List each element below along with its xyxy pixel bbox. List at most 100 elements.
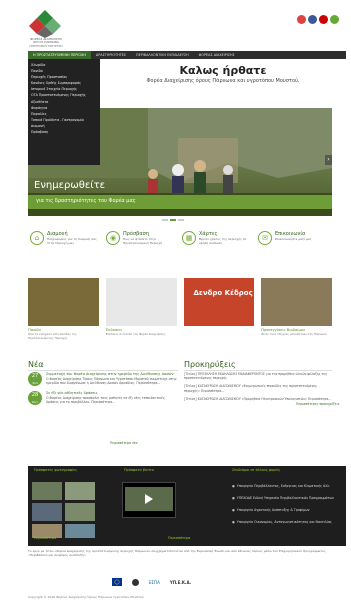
card-desc: Δείτε τους οδηγούς μονοπατιών στο Πάρνων…: [261, 332, 327, 336]
card-image[interactable]: [105, 278, 177, 326]
news-day: 27: [31, 373, 39, 379]
nav-item[interactable]: ΔΡΑΣΤΗΡΙΟΤΗΤΕΣ: [91, 51, 131, 59]
news-list: 27 Σεπ Συμμετοχή του Φορέα Διαχείρισης στη…: [28, 372, 178, 426]
footer-link[interactable]: Υπουργείο Αγροτικής Ανάπτυξης & Τροφίμων: [232, 508, 310, 512]
greek-emblem-icon: [132, 578, 139, 586]
tender-list: [Τίτλος] ΠΡΟΣΚΛΗΣΗ ΕΚΔΗΛΩΣΗΣ ΕΝΔΙΑΦΕΡΟΝΤ…: [184, 372, 332, 405]
gallery-photo[interactable]: [32, 482, 62, 500]
news-item: 28 Οκτ Σε έξι νέο αθλητικές δράσεις Ο Φορέα…: [28, 391, 178, 405]
feature-text: Επικοινωνία Επικοινωνήστε μαζί μας: [275, 231, 312, 242]
feature-row: ⌂ Διαμονή Πληροφορίες για τη διαμονή σας σ…: [28, 231, 332, 255]
feature-3[interactable]: ✉ Επικοινωνία Επικοινωνήστε μαζί μας: [256, 231, 332, 255]
footer: Πρόσφατες φωτογραφίες Πρόσφατα βίντεο Σύ…: [28, 466, 346, 546]
card-image[interactable]: Δενδρο Κέδρος: [183, 278, 255, 326]
more-tenders-link[interactable]: Περισσότερες προκηρύξεις: [296, 402, 340, 406]
news-text: Σε έξι νέο αθλητικές δράσεις Ο Φορέας Δια…: [46, 391, 178, 405]
more-videos-link[interactable]: Περισσότερα: [168, 536, 190, 540]
photo-grid: [32, 482, 95, 538]
mail-icon: ✉: [258, 231, 272, 245]
nav-item[interactable]: Η ΠΡΟΣΤΑΤΕΥΟΜΕΝΗ ΠΕΡΙΟΧΗ: [28, 51, 91, 59]
feature-desc: Επικοινωνήστε μαζί μας: [275, 237, 312, 241]
card-image[interactable]: [261, 278, 332, 326]
eu-flag-icon: [112, 578, 122, 586]
card-2[interactable]: Δενδρο Κέδρος: [183, 278, 255, 340]
site-header: ΦΟΡΕΑΣ ΔΙΑΧΕΙΡΙΣΗΣ ΟΡΟΥΣ ΠΑΡΝΩΝΑ ΥΓΡΟΤΟΠ…: [0, 0, 351, 48]
feature-text: Πρόσβαση Πώς να φτάσετε στην Προστατευόμε…: [123, 231, 180, 245]
nav-item[interactable]: ΠΕΡΙΒΑΛΛΟΝΤΙΚΗ ΕΚΠΑΙΔΕΥΣΗ: [131, 51, 194, 59]
slider-dot[interactable]: [162, 219, 168, 221]
divider: [184, 370, 332, 371]
news-heading: Νέα: [28, 360, 44, 369]
rss-icon[interactable]: [330, 15, 339, 24]
gallery-photo[interactable]: [65, 524, 95, 538]
date-badge: 27 Σεπ: [28, 372, 42, 386]
more-photos-link[interactable]: Περισσότερα: [34, 536, 56, 540]
slider-dot[interactable]: [178, 219, 184, 221]
car-icon: ◉: [106, 231, 120, 245]
video-title: Πρόσφατα βίντεο: [124, 468, 154, 472]
video-player[interactable]: [122, 482, 176, 518]
more-news-link[interactable]: Περισσότερα νέα: [110, 441, 138, 445]
news-month: Οκτ: [32, 400, 38, 404]
slider-caption: Ενημερωθείτε: [34, 180, 106, 191]
news-day: 28: [31, 392, 39, 398]
card-desc: Εκδόσεις & έντυπο του Φορέα Διαχείρισης: [105, 332, 166, 336]
news-text: Συμμετοχή του Φορέα Διαχείρισης στην ημε…: [46, 372, 178, 386]
card-cover-title: Δενδρο Κέδρος: [193, 289, 253, 297]
links-title: Σύνδεσμοι σε άλλους φορείς: [232, 468, 281, 472]
ypeka-logo: ΥΠ.Ε.Κ.Α.: [169, 579, 192, 585]
date-badge: 28 Οκτ: [28, 391, 42, 405]
tender-item[interactable]: [Τίτλος] ΚΑΤΑΚΥΡΩΣΗ ΔΙΑΓΩΝΙΣΜΟΥ «Προμήθε…: [184, 397, 332, 401]
news-title[interactable]: Συμμετοχή του Φορέα Διαχείρισης στην ημε…: [46, 372, 178, 377]
news-month: Σεπ: [32, 381, 38, 385]
card-3[interactable]: Προσεγγίσεις Βιοδαίμου Δείτε τους οδηγούς…: [261, 278, 332, 340]
feature-0[interactable]: ⌂ Διαμονή Πληροφορίες για τη διαμονή σας σ…: [28, 231, 104, 255]
feature-1[interactable]: ◉ Πρόσβαση Πώς να φτάσετε στην Προστατευόμ…: [104, 231, 180, 255]
slider-subcaption: για τις δραστηριότητες του Φορέα μας: [36, 198, 136, 204]
tenders-heading: Προκηρύξεις: [184, 360, 236, 369]
feature-desc: Πώς να φτάσετε στην Προστατευόμενη Περιο…: [123, 237, 163, 245]
slider-dots: [162, 219, 184, 221]
welcome-block: Καλως ήρθατε Φορέα Διαχείρισης όρους Πάρ…: [100, 64, 346, 84]
dropdown-item[interactable]: Πρόσβαση: [31, 129, 97, 135]
gallery-title: Πρόσφατες φωτογραφίες: [34, 468, 78, 472]
card-0[interactable]: Πανίδα Όλα τα ενδημικά είδη πανίδας της Π…: [28, 278, 99, 340]
news-body: Ο Φορέας Διαχείρισης προσκαλεί τους μαθη…: [46, 395, 165, 404]
nav-item[interactable]: ΦΟΡΕΑΣ ΔΙΑΧΕΙΡΙΣΗΣ: [194, 51, 240, 59]
gallery-photo[interactable]: [65, 482, 95, 500]
funding-text: Το έργο με τίτλο «Φορέα Διαχείρισης της …: [28, 549, 326, 557]
main-nav: Η ΠΡΟΣΤΑΤΕΥΟΜΕΝΗ ΠΕΡΙΟΧΗ ΔΡΑΣΤΗΡΙΟΤΗΤΕΣ ΠΕ…: [28, 51, 346, 59]
footer-link[interactable]: ΥΠΕΧΩΔΕ Ειδική Υπηρεσία Περιβαλλοντικών …: [232, 496, 334, 500]
card-image[interactable]: [28, 278, 99, 326]
copyright: Copyright © 2016 Φορέας Διαχείρισης Όρου…: [28, 595, 144, 599]
tender-item[interactable]: [Τίτλος] ΠΡΟΣΚΛΗΣΗ ΕΚΔΗΛΩΣΗΣ ΕΝΔΙΑΦΕΡΟΝΤ…: [184, 372, 332, 380]
card-1[interactable]: Έκδοσεις Εκδόσεις & έντυπο του Φορέα Διαχ…: [105, 278, 177, 340]
news-item: 27 Σεπ Συμμετοχή του Φορέα Διαχείρισης στη…: [28, 372, 178, 386]
home-icon: ⌂: [30, 231, 44, 245]
slider-next-icon[interactable]: ›: [325, 155, 332, 165]
card-desc: Όλα τα ενδημικά είδη πανίδας της Προστατ…: [28, 332, 77, 340]
welcome-title: Καλως ήρθατε: [179, 64, 267, 77]
gallery-photo[interactable]: [65, 503, 95, 521]
footer-link[interactable]: Υπουργείο Οικονομίας, Ανταγωνιστικότητας…: [232, 520, 332, 524]
tender-item[interactable]: [Τίτλος] ΚΑΤΑΚΥΡΩΣΗ ΔΙΑΓΩΝΙΣΜΟΥ «Ενημερω…: [184, 384, 332, 392]
organization-logo[interactable]: [28, 8, 62, 38]
social-links: [297, 15, 339, 24]
news-body: Ο Φορέας Διαχείρισης Όρους Πάρνωνα και Υ…: [46, 376, 177, 385]
youtube-icon[interactable]: [319, 15, 328, 24]
play-icon[interactable]: [145, 494, 153, 504]
facebook-icon[interactable]: [308, 15, 317, 24]
footer-link[interactable]: Υπουργείο Περιβάλλοντος, Ενέργειας και Κ…: [232, 484, 330, 488]
map-icon: ▦: [182, 231, 196, 245]
feature-2[interactable]: ▦ Χάρτες Βρείτε χάρτες της περιοχής σε υψη…: [180, 231, 256, 255]
logo-text: ΦΟΡΕΑΣ ΔΙΑΧΕΙΡΙΣΗΣ ΟΡΟΥΣ ΠΑΡΝΩΝΑ ΥΓΡΟΤΟΠ…: [29, 37, 63, 48]
flickr-icon[interactable]: [297, 15, 306, 24]
espa-logo: ΕΣΠΑ: [149, 579, 160, 585]
welcome-subtitle: Φορέα Διαχείρισης όρους Πάρνωνα και υγρο…: [146, 78, 300, 84]
gallery-photo[interactable]: [32, 503, 62, 521]
divider: [28, 370, 178, 371]
sponsor-logos: ΕΣΠΑ ΥΠ.Ε.Κ.Α.: [112, 577, 272, 587]
slider-dot-active[interactable]: [170, 219, 176, 221]
card-row: Πανίδα Όλα τα ενδημικά είδη πανίδας της Π…: [28, 278, 332, 340]
feature-desc: Πληροφορίες για τη διαμονή σας στην Περι…: [47, 237, 97, 245]
